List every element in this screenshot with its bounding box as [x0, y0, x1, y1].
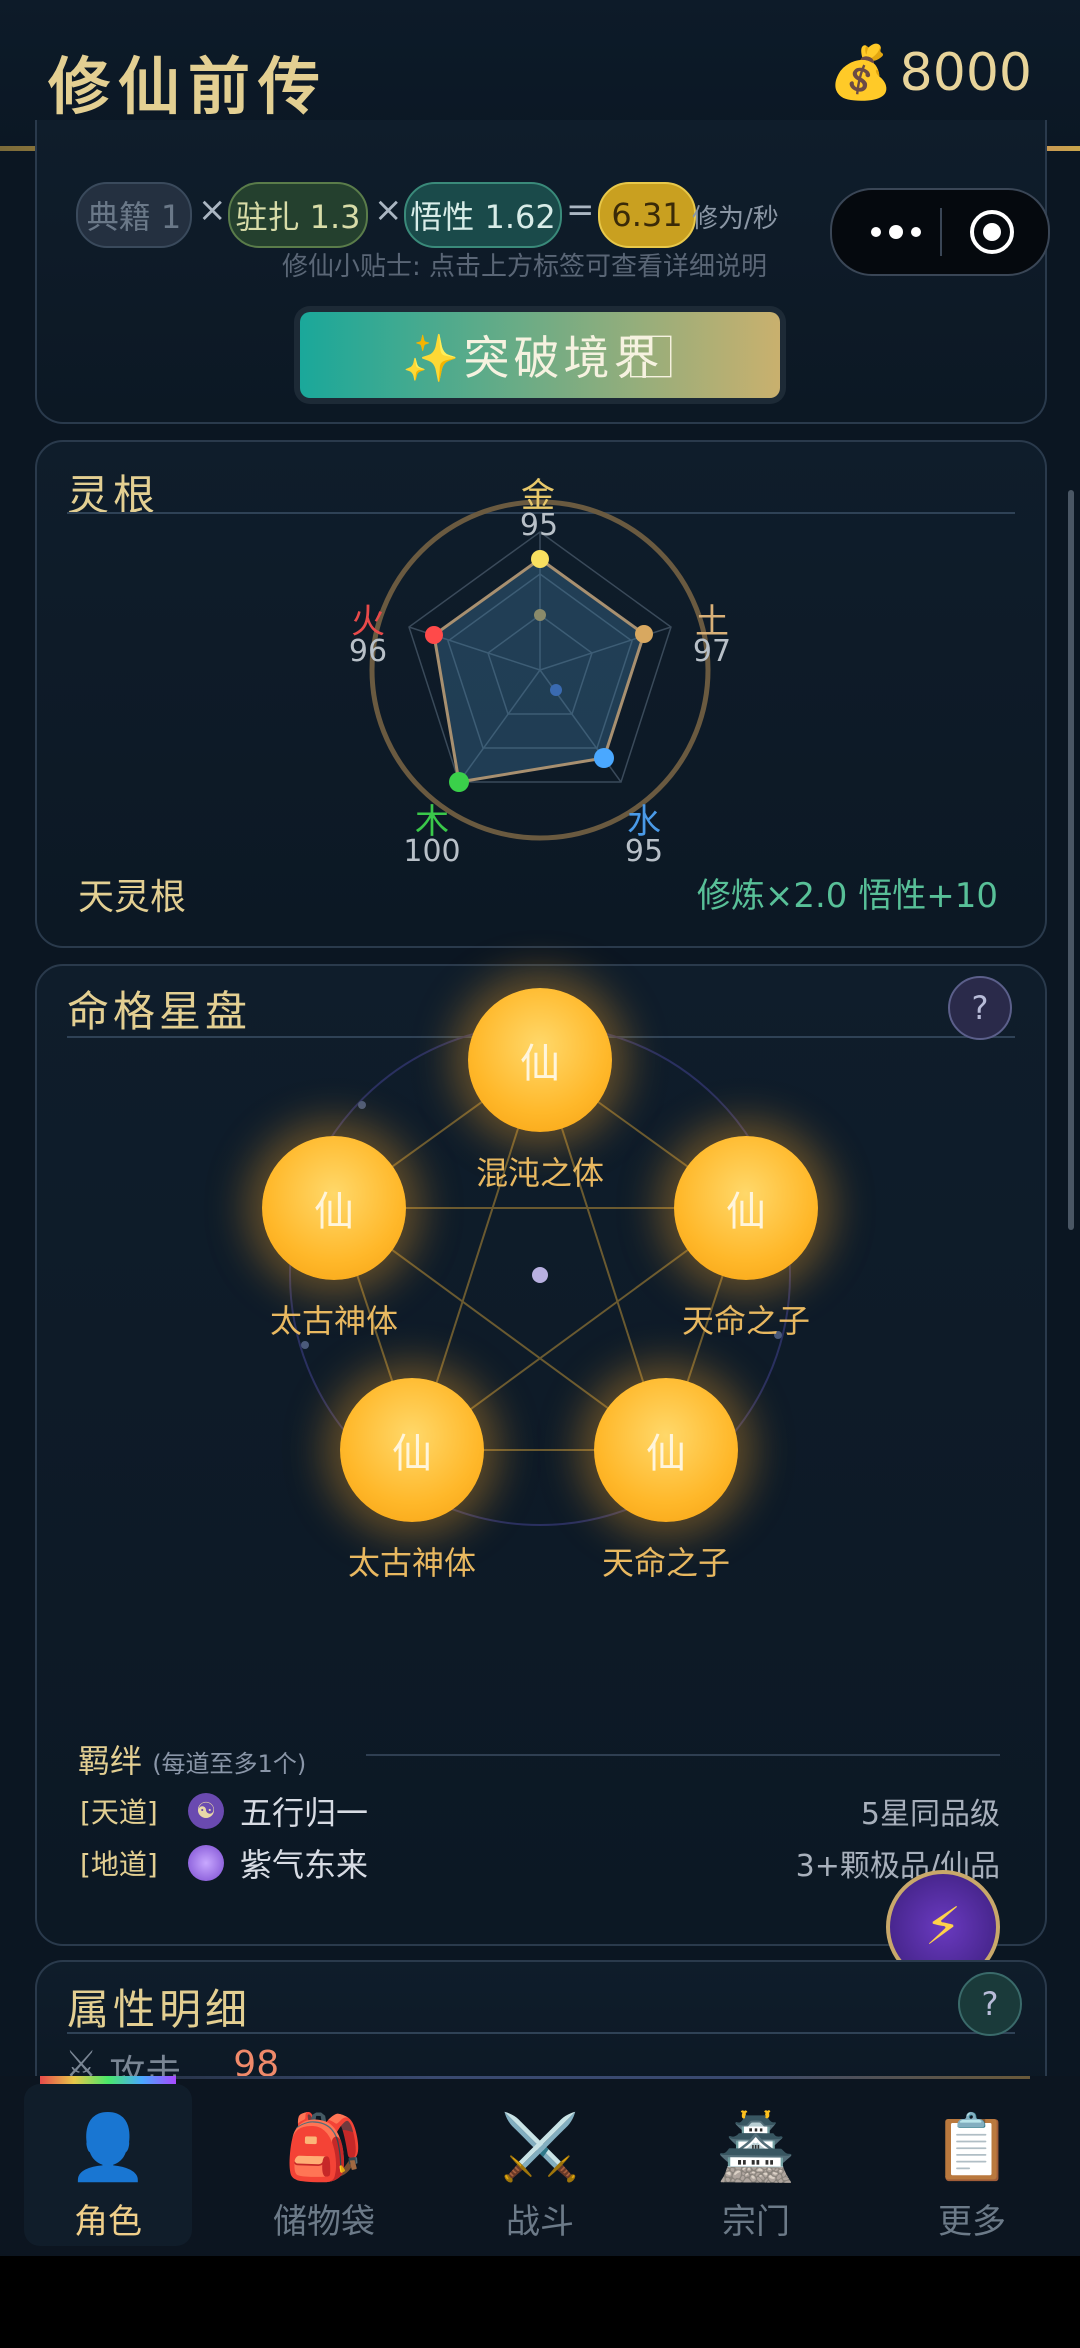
pill-classics[interactable]: 典籍 1 [76, 182, 192, 248]
person-icon: 👤 [68, 2111, 148, 2185]
bond-row-earth[interactable]: [地道] 紫气东来 3+颗极品/仙品 [80, 1838, 1000, 1888]
clipboard-icon: 📋 [932, 2111, 1012, 2185]
star-name-ancient-body-left: 太古神体 [269, 1302, 398, 1340]
currency-value: 8000 [899, 42, 1032, 103]
star-chaos-body[interactable]: 仙 [468, 988, 612, 1132]
backpack-icon: 🎒 [284, 2111, 364, 2185]
attributes-help-button[interactable]: ? [958, 1972, 1022, 2036]
wood-value: 100 [403, 834, 461, 869]
star-ancient-body-bottom[interactable]: 仙 [340, 1378, 484, 1522]
wood-point [449, 772, 469, 792]
crossed-swords-icon: ⚔️ [500, 2111, 580, 2185]
op-times-1: × [198, 190, 227, 230]
yin-yang-icon: ☯ [188, 1793, 224, 1829]
water-value: 95 [624, 834, 664, 869]
star-name-destiny-child-bottom: 天命之子 [601, 1544, 730, 1582]
water-point [594, 748, 614, 768]
nav-item-inventory[interactable]: 🎒 储物袋 [244, 2108, 404, 2243]
active-tab-indicator [40, 2076, 176, 2084]
nav-item-battle[interactable]: ⚔️ 战斗 [460, 2108, 620, 2243]
star-chart-help-button[interactable]: ? [948, 976, 1012, 1040]
bonds-note: (每道至多1个) [152, 1750, 307, 1778]
bond-tag: [天道] [80, 1796, 158, 1829]
system-bar [0, 2256, 1080, 2348]
lightning-icon: ⚡ [924, 1897, 962, 1957]
star-destiny-child-bottom[interactable]: 仙 [594, 1378, 738, 1522]
bonds-title: 羁绊 (每道至多1个) [78, 1742, 307, 1780]
nav-item-sect[interactable]: 🏯 宗门 [676, 2108, 836, 2243]
earth-point [635, 625, 653, 643]
temple-icon: 🏯 [716, 2111, 796, 2185]
pill-garrison[interactable]: 驻扎 1.3 [228, 182, 368, 248]
star-ancient-body-left[interactable]: 仙 [262, 1136, 406, 1280]
scrollbar[interactable] [1068, 490, 1074, 1230]
money-bag-icon: 💰 [828, 43, 894, 103]
star-destiny-child-right[interactable]: 仙 [674, 1136, 818, 1280]
star-name-ancient-body-bottom: 太古神体 [347, 1544, 476, 1582]
close-target-icon[interactable] [962, 206, 1022, 258]
star-name-destiny-child-right: 天命之子 [681, 1302, 810, 1340]
op-times-2: × [374, 190, 403, 230]
miniprogram-capsule [830, 188, 1050, 276]
pill-comprehension[interactable]: 悟性 1.62 [404, 182, 562, 248]
root-type: 天灵根 [78, 877, 187, 918]
app-title: 修仙前传 [48, 50, 329, 123]
bond-name: 五行归一 [240, 1794, 369, 1832]
bond-row-heaven[interactable]: [天道] ☯ 五行归一 5星同品级 [80, 1786, 1000, 1836]
root-bonus: 修炼×2.0 悟性+10 [696, 876, 998, 916]
attributes-title: 属性明细 [67, 1985, 252, 2034]
metal-value: 95 [519, 508, 559, 543]
nav-item-character[interactable]: 👤 角色 [28, 2108, 188, 2243]
bond-name: 紫气东来 [240, 1846, 369, 1884]
breakthrough-button[interactable]: ✨突破境界 ⃞ [300, 312, 780, 398]
star-name-chaos-body: 混沌之体 [475, 1154, 604, 1192]
fire-value: 96 [348, 634, 388, 669]
metal-point [531, 550, 549, 568]
currency-display: 💰 8000 [828, 42, 1032, 104]
earth-value: 97 [692, 634, 732, 669]
more-dots-icon[interactable] [856, 210, 936, 254]
cultivation-tip: 修仙小贴士: 点击上方标签可查看详细说明 [282, 252, 768, 282]
fire-point [425, 626, 443, 644]
bottom-nav: 👤 角色 🎒 储物袋 ⚔️ 战斗 🏯 宗门 📋 更多 [0, 2076, 1080, 2256]
op-equals: = [566, 190, 595, 230]
rate-unit: 修为/秒 [692, 204, 779, 234]
pill-total-rate[interactable]: 6.31 [598, 182, 696, 248]
crystal-ball-icon [188, 1845, 224, 1881]
bond-requirement: 5星同品级 [860, 1797, 1000, 1832]
nav-item-more[interactable]: 📋 更多 [892, 2108, 1052, 2243]
bond-tag: [地道] [80, 1848, 158, 1881]
